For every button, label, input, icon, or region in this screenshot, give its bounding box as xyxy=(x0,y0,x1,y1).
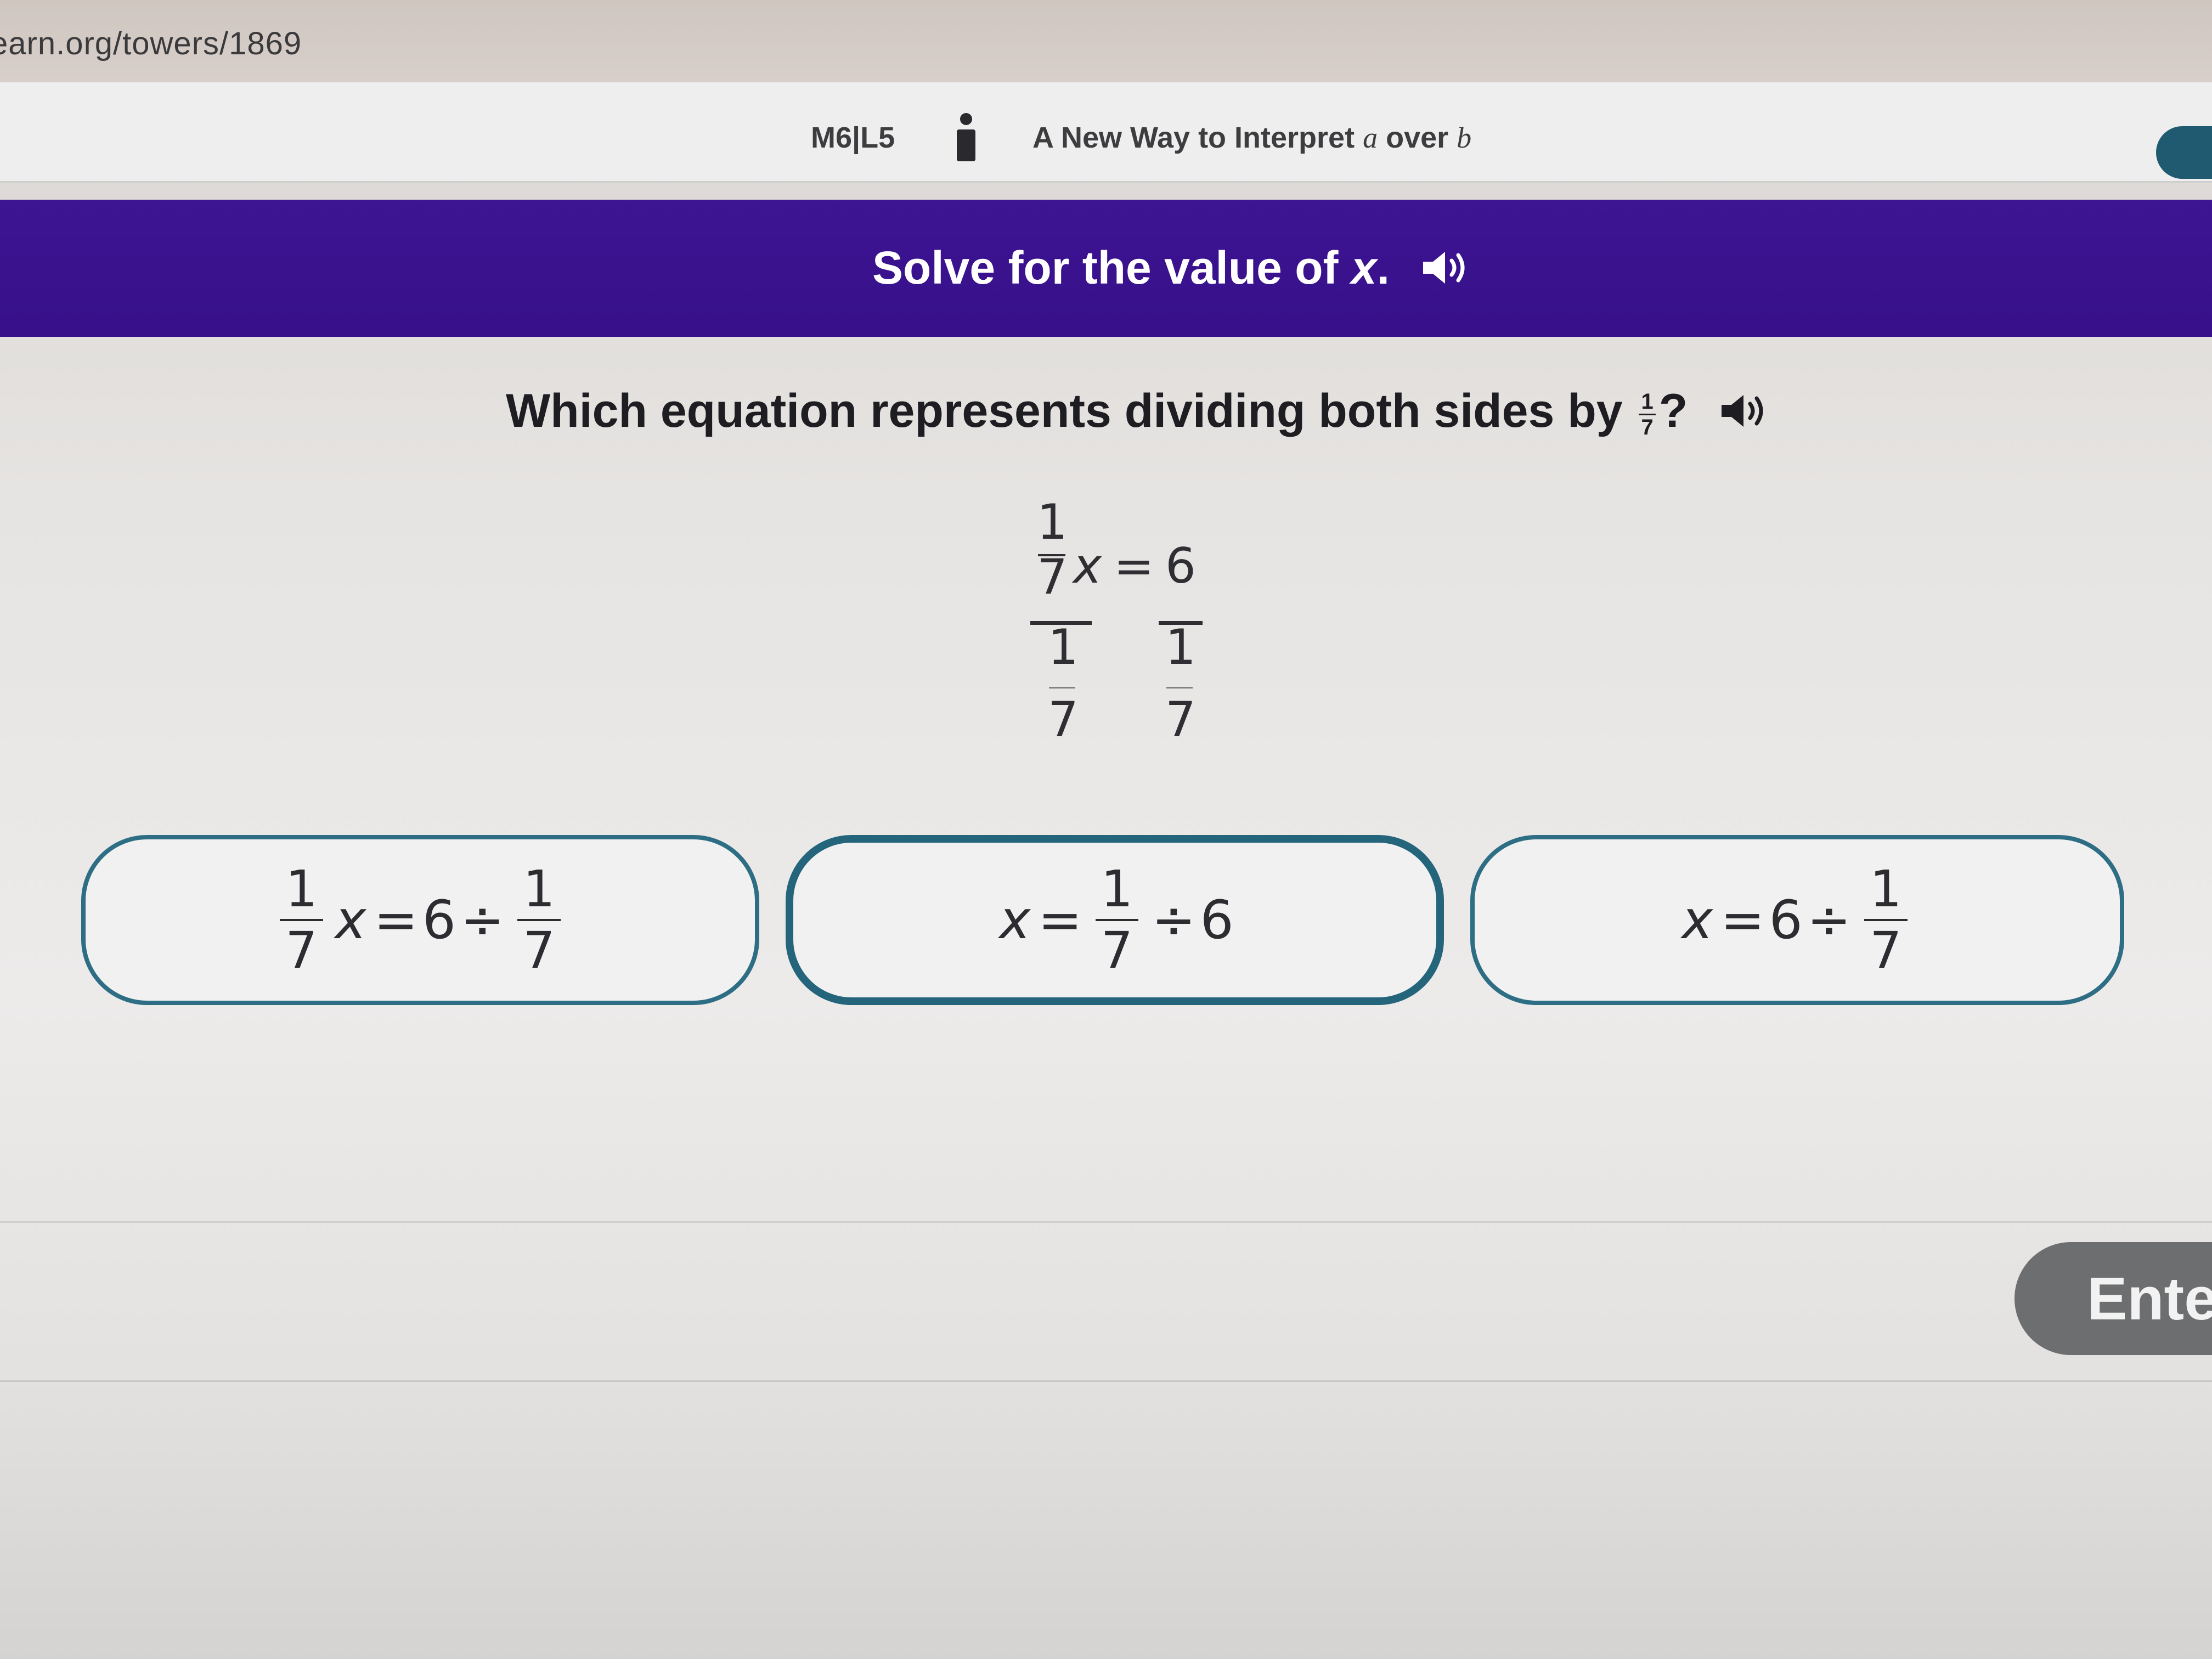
option-1-value: 6 xyxy=(422,889,456,951)
work-div-right-bar xyxy=(1166,687,1193,689)
enter-button[interactable]: Ente xyxy=(2015,1242,2212,1355)
lesson-title-prefix: A New Way to Interpret xyxy=(1032,121,1363,154)
question-end: ? xyxy=(1658,385,1688,437)
lesson-title: A New Way to Interpret a over b xyxy=(1032,121,1471,155)
option-3-value: 6 xyxy=(1769,889,1803,951)
header-menu-button[interactable] xyxy=(2156,126,2212,179)
option-3-var: x xyxy=(1681,889,1713,951)
instruction-text: Solve for the value of x. xyxy=(872,241,1471,298)
info-icon[interactable] xyxy=(956,113,978,162)
answer-option-1[interactable]: 17 x = 6 ÷ 17 xyxy=(81,835,759,1005)
work-div-left-num: 1 xyxy=(1048,619,1079,675)
option-3-equation: x = 6 ÷ 17 xyxy=(1475,839,2120,1001)
option-1-coef-num: 1 xyxy=(280,863,323,921)
enter-button-label: Ente xyxy=(2087,1265,2212,1333)
lesson-header: M6|L5 A New Way to Interpret a over b xyxy=(0,82,2212,183)
option-1-equation: 17 x = 6 ÷ 17 xyxy=(86,839,755,1001)
option-1-var: x xyxy=(335,889,366,951)
option-2-var: x xyxy=(999,889,1031,951)
work-left-num: 1 xyxy=(1037,494,1068,550)
work-var: x xyxy=(1073,538,1102,594)
instruction-main: Solve for the value of xyxy=(872,242,1351,294)
option-1-divisor: 17 xyxy=(517,863,561,977)
question-fraction: 17 xyxy=(1639,390,1656,439)
option-3-div-num: 1 xyxy=(1864,863,1908,921)
option-1-coef-den: 7 xyxy=(285,921,318,980)
worked-equation: 1 7 x = 6 1 7 1 7 xyxy=(1026,494,1234,757)
option-1-div-den: 7 xyxy=(523,921,555,980)
lesson-code: M6|L5 xyxy=(811,121,895,154)
option-3-div-den: 7 xyxy=(1870,921,1902,980)
work-left-den: 7 xyxy=(1037,549,1068,605)
option-3-divisor: 17 xyxy=(1864,863,1908,977)
option-2-value: 6 xyxy=(1200,889,1234,951)
lesson-title-a: a xyxy=(1363,121,1378,154)
question-text: Which equation represents dividing both … xyxy=(506,384,1770,442)
option-2-fraction: 17 xyxy=(1095,863,1139,980)
option-1-div-num: 1 xyxy=(517,863,561,921)
option-1-coef: 17 xyxy=(280,863,323,977)
instruction-banner: Solve for the value of x. xyxy=(0,200,2212,337)
lesson-title-b: b xyxy=(1457,121,1472,154)
instruction-end: . xyxy=(1376,242,1390,294)
question-main: Which equation represents dividing both … xyxy=(506,385,1636,437)
work-right: 6 xyxy=(1165,538,1196,594)
option-2-frac-den: 7 xyxy=(1101,921,1133,980)
lesson-title-mid: over xyxy=(1378,121,1457,154)
option-3-op: ÷ xyxy=(1807,889,1852,951)
footer-area xyxy=(0,1380,2212,1659)
option-1-equals: = xyxy=(374,889,418,951)
work-div-left-bar xyxy=(1049,687,1075,689)
option-2-equation: x = 17 ÷ 6 xyxy=(793,843,1436,997)
option-2-equals: = xyxy=(1038,889,1082,951)
answer-option-2[interactable]: x = 17 ÷ 6 xyxy=(786,835,1444,1005)
question-frac-num: 1 xyxy=(1639,390,1656,415)
footer-divider xyxy=(0,1221,2212,1223)
url-text[interactable]: earn.org/towers/1869 xyxy=(0,25,302,62)
answer-option-3[interactable]: x = 6 ÷ 17 xyxy=(1470,835,2124,1005)
browser-address-bar[interactable]: earn.org/towers/1869 xyxy=(0,0,2212,84)
work-equals: = xyxy=(1114,538,1154,594)
option-2-frac-num: 1 xyxy=(1095,863,1139,921)
screen: earn.org/towers/1869 M6|L5 A New Way to … xyxy=(0,0,2212,1659)
speaker-icon[interactable] xyxy=(1421,245,1471,298)
work-div-right-den: 7 xyxy=(1165,691,1196,748)
option-2-op: ÷ xyxy=(1152,889,1196,951)
instruction-var: x xyxy=(1351,242,1377,294)
work-div-right-num: 1 xyxy=(1165,619,1196,675)
work-div-left-den: 7 xyxy=(1048,691,1079,748)
question-frac-den: 7 xyxy=(1641,415,1654,439)
option-3-equals: = xyxy=(1720,889,1765,951)
speaker-icon[interactable] xyxy=(1719,387,1770,442)
option-1-op: ÷ xyxy=(460,889,505,951)
